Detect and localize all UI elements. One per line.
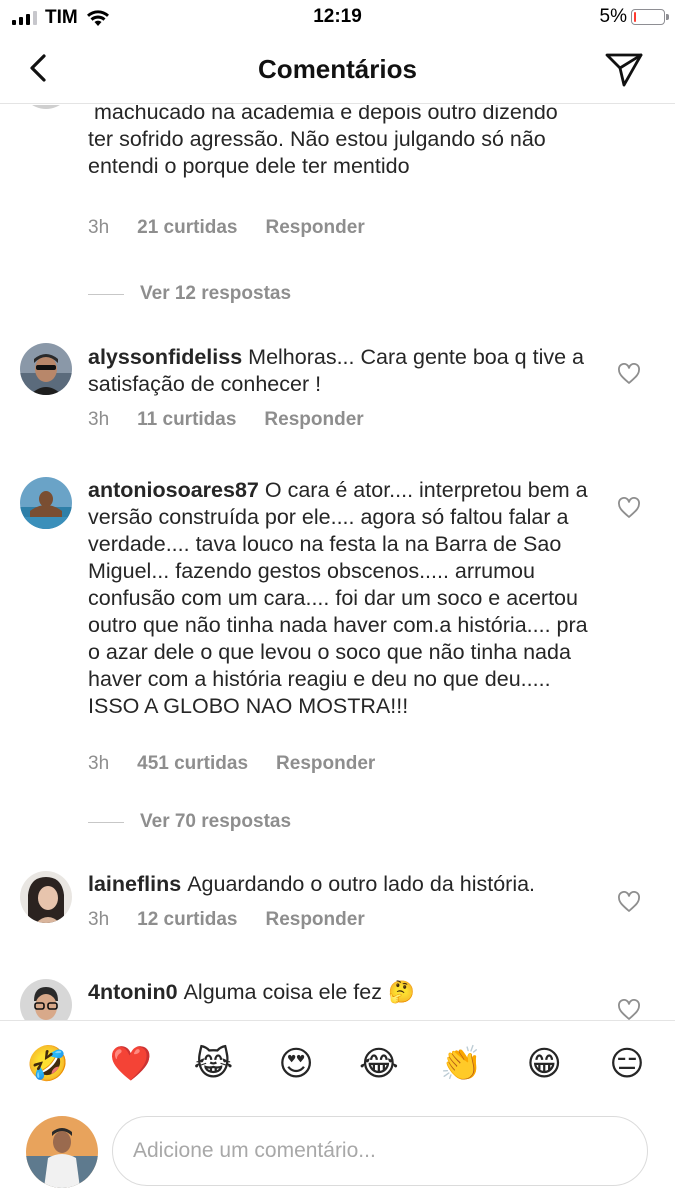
- comment-text: alyssonfideliss Melhoras... Cara gente bo…: [88, 344, 588, 398]
- avatar[interactable]: [20, 871, 72, 923]
- emoji-heart-eyes[interactable]: 😍: [274, 1044, 318, 1084]
- comment-composer: [0, 1106, 675, 1200]
- comment-body: machucado na academia e depois outro diz…: [88, 105, 558, 178]
- header: Comentários: [0, 34, 675, 104]
- send-icon[interactable]: [603, 48, 645, 90]
- emoji-grin[interactable]: 😁: [522, 1044, 566, 1084]
- comment-input[interactable]: [112, 1116, 648, 1186]
- clock: 12:19: [313, 6, 362, 27]
- emoji-quick-bar: 🤣 ❤️ 😹 😍 😂 👏 😁 😑: [0, 1020, 675, 1106]
- avatar[interactable]: [20, 477, 72, 529]
- like-heart-icon[interactable]: [617, 497, 641, 519]
- like-heart-icon[interactable]: [617, 999, 641, 1020]
- emoji-heart[interactable]: ❤️: [109, 1044, 153, 1084]
- comment-text: 4ntonin0 Alguma coisa ele fez 🤔: [88, 979, 588, 1006]
- view-replies-label: Ver 70 respostas: [140, 811, 292, 832]
- reply-button[interactable]: Responder: [265, 217, 364, 239]
- page-title: Comentários: [258, 54, 417, 84]
- view-replies-button[interactable]: Ver 12 respostas: [88, 283, 291, 305]
- emoji-clap[interactable]: 👏: [440, 1044, 484, 1084]
- like-heart-icon[interactable]: [617, 891, 641, 913]
- comment-time: 3h: [88, 909, 110, 930]
- avatar[interactable]: [20, 343, 72, 395]
- comment-body: Aguardando o outro lado da história.: [187, 872, 536, 896]
- avatar: [20, 105, 72, 109]
- like-heart-icon[interactable]: [617, 363, 641, 385]
- reply-button[interactable]: Responder: [264, 409, 363, 431]
- comment-time: 3h: [88, 409, 110, 430]
- comment-body: O cara é ator.... interpretou bem a vers…: [88, 478, 588, 718]
- comment-text: antoniosoares87 O cara é ator.... interpr…: [88, 477, 588, 720]
- comment-username[interactable]: laineflins: [88, 872, 181, 896]
- likes-count[interactable]: 451 curtidas: [137, 753, 248, 775]
- comment-username[interactable]: alyssonfideliss: [88, 345, 242, 369]
- emoji-cat-joy[interactable]: 😹: [191, 1044, 235, 1084]
- likes-count[interactable]: 21 curtidas: [137, 217, 237, 239]
- reply-button[interactable]: Responder: [276, 753, 375, 775]
- comment-username[interactable]: 4ntonin0: [88, 980, 178, 1004]
- likes-count[interactable]: 12 curtidas: [137, 909, 237, 931]
- comment-time: 3h: [88, 753, 110, 774]
- comment-username[interactable]: antoniosoares87: [88, 478, 259, 502]
- comment-body: Alguma coisa ele fez 🤔: [183, 980, 415, 1004]
- current-user-avatar: [26, 1116, 98, 1188]
- battery-icon: [631, 9, 669, 25]
- comment-text: laineflins Aguardando o outro lado da his…: [88, 871, 588, 898]
- emoji-joy[interactable]: 😂: [357, 1044, 401, 1084]
- view-replies-button[interactable]: Ver 70 respostas: [88, 811, 291, 833]
- likes-count[interactable]: 11 curtidas: [137, 409, 236, 431]
- comment-text: machucado na academia e depois outro diz…: [88, 105, 588, 180]
- reply-button[interactable]: Responder: [265, 909, 364, 931]
- avatar[interactable]: [20, 979, 72, 1020]
- comment-time: 3h: [88, 217, 110, 238]
- emoji-expressionless[interactable]: 😑: [605, 1044, 649, 1084]
- divider: [88, 293, 124, 295]
- comment-list: machucado na academia e depois outro diz…: [0, 105, 675, 1020]
- battery-percent: 5%: [599, 6, 627, 27]
- emoji-rofl[interactable]: 🤣: [26, 1044, 70, 1084]
- battery-level: [634, 12, 636, 22]
- status-bar: TIM 12:19 5%: [0, 0, 675, 34]
- divider: [88, 821, 124, 823]
- view-replies-label: Ver 12 respostas: [140, 283, 292, 304]
